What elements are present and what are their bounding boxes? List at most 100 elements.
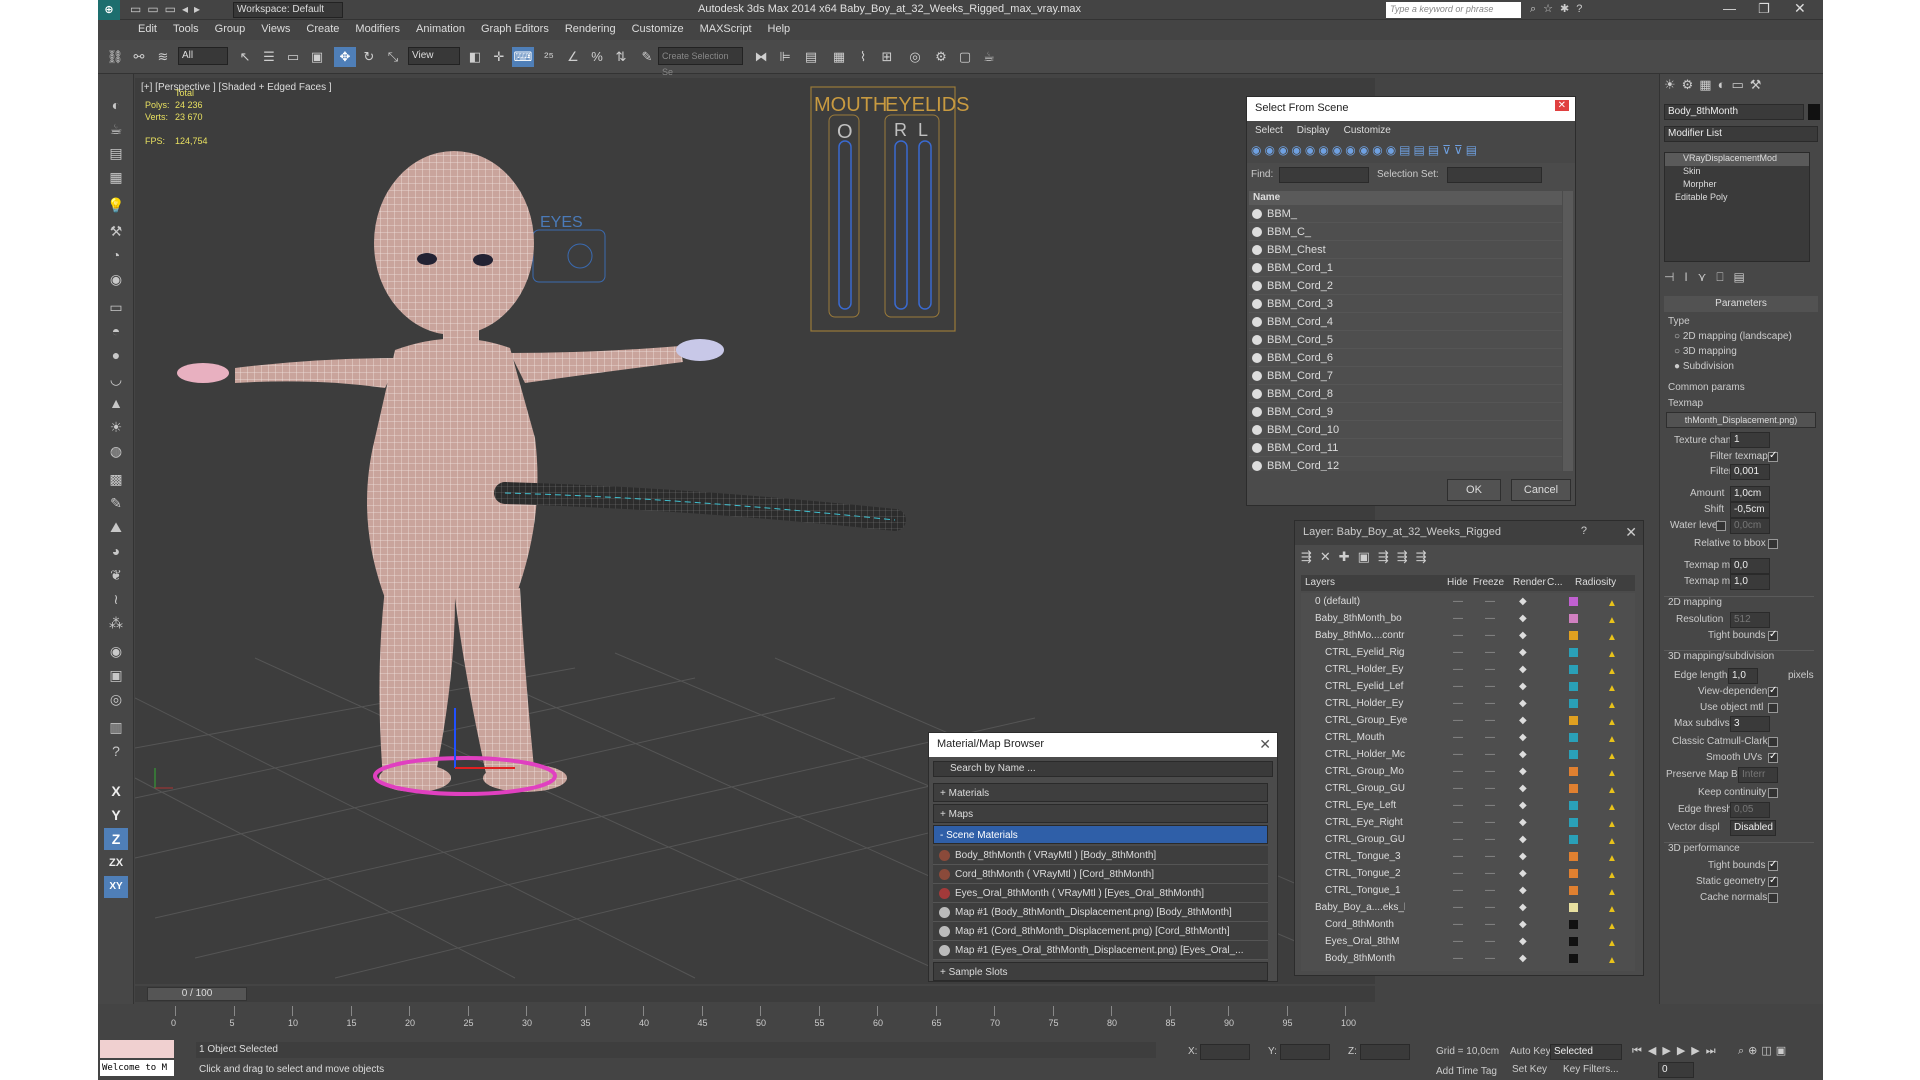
radiosity-icon[interactable]: ▲: [1607, 782, 1617, 796]
freeze-toggle-icon[interactable]: —: [1485, 916, 1495, 933]
command-icon[interactable]: ▥: [104, 716, 128, 738]
col-radiosity[interactable]: Radiosity: [1575, 577, 1616, 588]
rendered-frame-window-icon[interactable]: ▢: [954, 47, 976, 67]
catmull-clark-checkbox[interactable]: [1768, 737, 1778, 747]
layer-row[interactable]: CTRL_Eyelid_Lef — — ◆ ▲: [1301, 678, 1641, 695]
select-by-name-icon[interactable]: ☰: [258, 47, 280, 67]
radio-subdivision[interactable]: ● Subdivision: [1674, 361, 1734, 372]
maxscript-mini[interactable]: [100, 1040, 174, 1058]
render-toggle-icon[interactable]: ◆: [1519, 644, 1527, 661]
light-icon[interactable]: 💡: [104, 194, 128, 216]
layer-name[interactable]: CTRL_Tongue_3: [1325, 848, 1415, 865]
scene-icon[interactable]: ▣: [104, 664, 128, 686]
sphere-icon[interactable]: ●: [104, 344, 128, 366]
layer-name[interactable]: CTRL_Group_Mo: [1325, 763, 1415, 780]
layer-toolbar-icons[interactable]: ⇶✕✚▣⇶⇶⇶: [1295, 545, 1643, 569]
tab-customize[interactable]: Customize: [1344, 125, 1391, 136]
cone-icon[interactable]: ▲: [104, 392, 128, 414]
freeze-toggle-icon[interactable]: —: [1485, 729, 1495, 746]
track-bar[interactable]: 0 5 10 15 20 25 30 35 40 45 50 55 60 65 70 75 80 85 90 95 10…: [135, 1004, 1695, 1038]
render-toggle-icon[interactable]: ◆: [1519, 661, 1527, 678]
freeze-toggle-icon[interactable]: —: [1485, 865, 1495, 882]
scene-object-row[interactable]: BBM_Chest: [1249, 241, 1562, 259]
disc-icon[interactable]: ◍: [104, 440, 128, 462]
layer-color-swatch[interactable]: [1569, 886, 1578, 895]
relative-bbox-checkbox[interactable]: [1768, 539, 1778, 549]
radiosity-icon[interactable]: ▲: [1607, 612, 1617, 626]
render-production-icon[interactable]: ☕: [978, 47, 1000, 67]
radiosity-icon[interactable]: ▲: [1607, 697, 1617, 711]
scene-object-row[interactable]: BBM_Cord_3: [1249, 295, 1562, 313]
hide-toggle-icon[interactable]: —: [1453, 644, 1463, 661]
teapot-icon[interactable]: ☕: [104, 118, 128, 140]
freeze-toggle-icon[interactable]: —: [1485, 610, 1495, 627]
hemisphere-icon[interactable]: ◓: [104, 320, 128, 342]
radiosity-icon[interactable]: ▲: [1607, 748, 1617, 762]
menu-animation[interactable]: Animation: [408, 20, 473, 38]
radiosity-icon[interactable]: ▲: [1607, 680, 1617, 694]
menu-create[interactable]: Create: [298, 20, 347, 38]
grid-icon[interactable]: ▩: [104, 468, 128, 490]
freeze-toggle-icon[interactable]: —: [1485, 950, 1495, 967]
layer-row[interactable]: CTRL_Tongue_2 — — ◆ ▲: [1301, 865, 1641, 882]
scene-material-row[interactable]: Map #1 (Eyes_Oral_8thMonth_Displacement.…: [933, 941, 1268, 960]
layer-name[interactable]: CTRL_Holder_Ey: [1325, 695, 1415, 712]
x-coord-field[interactable]: [1200, 1044, 1250, 1060]
freeze-toggle-icon[interactable]: —: [1485, 746, 1495, 763]
layer-name[interactable]: CTRL_Eyelid_Rig: [1325, 644, 1415, 661]
playback-controls-icons[interactable]: ⏮◀▶▶▶⏭: [1632, 1044, 1722, 1058]
layer-row[interactable]: Baby_8thMonth_bo — — ◆ ▲: [1301, 610, 1641, 627]
menu-graph-editors[interactable]: Graph Editors: [473, 20, 557, 38]
stack-morpher[interactable]: Morpher: [1665, 179, 1809, 192]
select-object-icon[interactable]: ↖: [234, 47, 256, 67]
filter-icons[interactable]: ◉◉◉◉◉◉◉◉◉◉◉▤▤▤⊽⊽▤: [1247, 141, 1575, 163]
view-dependent-checkbox[interactable]: [1768, 685, 1778, 697]
xy-plane-icon[interactable]: XY: [104, 876, 128, 898]
render-toggle-icon[interactable]: ◆: [1519, 933, 1527, 950]
freeze-toggle-icon[interactable]: —: [1485, 661, 1495, 678]
viewport-nav-icons[interactable]: ⌕⊕◫▣: [1738, 1044, 1790, 1058]
amount-spinner[interactable]: 1,0cm: [1730, 486, 1770, 502]
layer-name[interactable]: CTRL_Eye_Right: [1325, 814, 1415, 831]
align-icon[interactable]: ⊫: [774, 47, 796, 67]
workspace-dropdown[interactable]: Workspace: Default: [233, 2, 343, 18]
stack-editable-poly[interactable]: Editable Poly: [1665, 192, 1809, 205]
schematic-view-icon[interactable]: ⊞: [876, 47, 898, 67]
hide-toggle-icon[interactable]: —: [1453, 933, 1463, 950]
hide-toggle-icon[interactable]: —: [1453, 831, 1463, 848]
parameters-rollout[interactable]: Parameters: [1664, 296, 1818, 312]
radiosity-icon[interactable]: ▲: [1607, 629, 1617, 643]
baby-body-mesh[interactable]: [177, 151, 724, 792]
time-slider[interactable]: 0 / 100: [135, 986, 1375, 1002]
hide-toggle-icon[interactable]: —: [1453, 627, 1463, 644]
curve-editor-icon[interactable]: ⌇: [852, 47, 874, 67]
select-scale-icon[interactable]: ⤡: [382, 47, 404, 67]
render-toggle-icon[interactable]: ◆: [1519, 882, 1527, 899]
keep-continuity-checkbox[interactable]: [1768, 788, 1778, 798]
quick-access-icons[interactable]: ▭▭▭◂▸: [130, 2, 206, 16]
render-toggle-icon[interactable]: ◆: [1519, 627, 1527, 644]
menu-group[interactable]: Group: [207, 20, 254, 38]
close-button[interactable]: ✕: [1794, 0, 1806, 17]
scene-object-row[interactable]: BBM_Cord_10: [1249, 421, 1562, 439]
water-level-spinner[interactable]: 0,0cm: [1730, 518, 1770, 534]
world-icon[interactable]: ◎: [104, 688, 128, 710]
freeze-toggle-icon[interactable]: —: [1485, 644, 1495, 661]
scene-material-row[interactable]: Cord_8thMonth ( VRayMtl ) [Cord_8thMonth…: [933, 865, 1268, 884]
freeze-toggle-icon[interactable]: —: [1485, 593, 1495, 610]
hide-toggle-icon[interactable]: —: [1453, 695, 1463, 712]
tab-display[interactable]: Display: [1297, 125, 1330, 136]
texmap-button[interactable]: thMonth_Displacement.png): [1666, 412, 1816, 428]
render-toggle-icon[interactable]: ◆: [1519, 695, 1527, 712]
hide-toggle-icon[interactable]: —: [1453, 678, 1463, 695]
eye-target[interactable]: [567, 243, 593, 269]
col-color[interactable]: C...: [1547, 577, 1563, 588]
add-time-tag[interactable]: Add Time Tag: [1436, 1066, 1497, 1077]
layer-color-swatch[interactable]: [1569, 631, 1578, 640]
edge-thresh-spinner[interactable]: 0,05: [1730, 802, 1770, 818]
layer-row[interactable]: CTRL_Eyelid_Rig — — ◆ ▲: [1301, 644, 1641, 661]
scene-object-row[interactable]: BBM_Cord_12: [1249, 457, 1562, 471]
layer-row[interactable]: Eyes_Oral_8thM — — ◆ ▲: [1301, 933, 1641, 950]
texmap-max-spinner[interactable]: 1,0: [1730, 574, 1770, 590]
layer-name[interactable]: CTRL_Mouth: [1325, 729, 1415, 746]
